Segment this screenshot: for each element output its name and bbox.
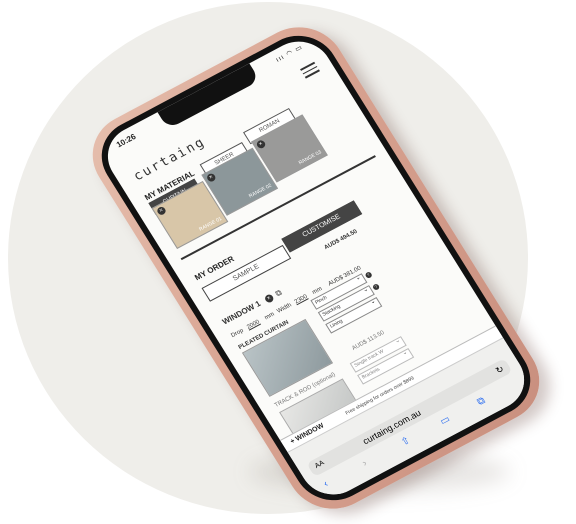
swatch-label: RANGE 03 [297,149,323,167]
width-input[interactable]: 2300 [294,294,309,305]
close-icon[interactable]: × [155,205,168,217]
customise-button[interactable]: CUSTOMISE [281,200,363,253]
remove-icon[interactable]: × [263,293,275,304]
width-label: Width [276,302,293,315]
close-icon[interactable]: × [255,139,267,150]
copy-icon[interactable]: ⧉ [274,288,284,299]
text-size-button[interactable]: AA [312,456,329,474]
back-icon[interactable]: ‹ [322,479,331,490]
hamburger-menu-icon[interactable] [298,59,321,81]
reload-icon[interactable]: ↻ [492,361,507,378]
forward-icon[interactable]: › [360,458,369,469]
site-logo[interactable]: curtaing [131,135,208,185]
help-icon[interactable]: ? [371,283,381,291]
order-total: AUD$ 494.50 [323,228,359,252]
swatch-label: RANGE 01 [198,215,224,233]
close-icon[interactable]: × [205,172,217,183]
drop-unit: mm [263,311,276,322]
status-time: 10:26 [114,132,138,150]
tabs-icon[interactable]: ⧉ [475,395,487,408]
bookmarks-icon[interactable]: ▭ [438,414,452,428]
share-icon[interactable]: ⇧ [399,435,412,448]
help-icon[interactable]: ? [364,271,373,280]
drop-label: Drop [230,327,245,340]
signal-icon: ııı ◠ ▭ [274,43,305,64]
drop-input[interactable]: 2000 [246,319,261,330]
swatch-label: RANGE 02 [247,182,273,200]
